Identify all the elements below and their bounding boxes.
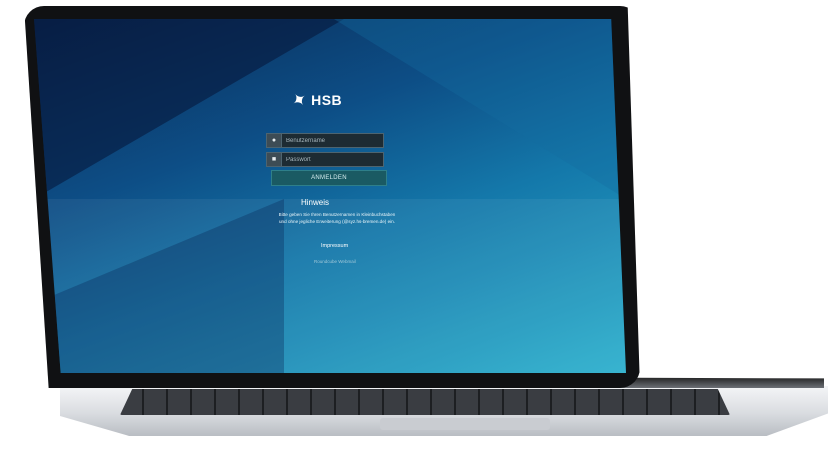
- notice-title: Hinweis: [301, 198, 330, 207]
- notice-text: Bitte geben Sie Ihren Benutzernamen in K…: [278, 212, 396, 224]
- webmail-footer: Roundcube Webmail: [314, 259, 356, 264]
- satellite-icon: ✦: [287, 87, 312, 113]
- username-input[interactable]: [282, 135, 383, 146]
- user-icon: ●: [267, 134, 282, 147]
- laptop-screen: ✦ HSB ● ■ ANMELDEN Hinweis Bitte geben S…: [34, 19, 626, 373]
- app-logo: ✦ HSB: [288, 87, 343, 112]
- username-field[interactable]: ●: [266, 133, 384, 148]
- impressum-link[interactable]: Impressum: [321, 243, 348, 249]
- password-input[interactable]: [282, 154, 383, 165]
- login-button[interactable]: ANMELDEN: [271, 170, 387, 186]
- laptop-keyboard: [120, 389, 730, 415]
- password-field[interactable]: ■: [266, 152, 384, 167]
- laptop-trackpad: [380, 418, 550, 430]
- lock-icon: ■: [267, 153, 282, 166]
- logo-text: HSB: [311, 92, 343, 108]
